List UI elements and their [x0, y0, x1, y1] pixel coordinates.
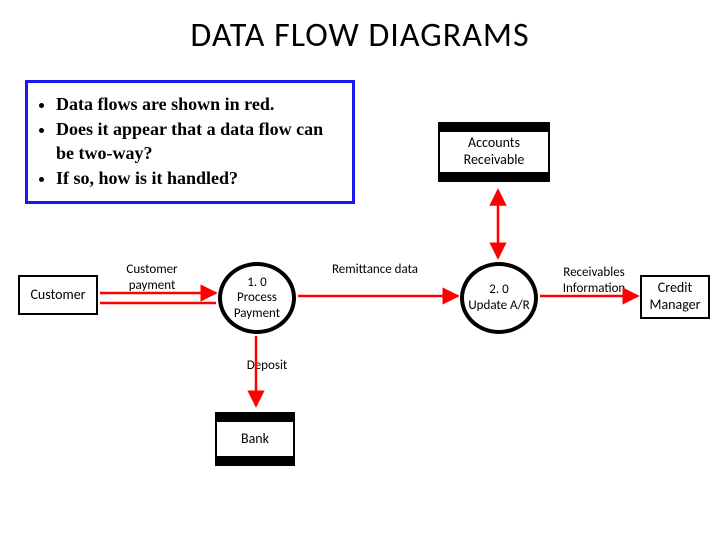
- process-name: Process Payment: [234, 290, 280, 321]
- bullet-1: Data flows are shown in red.: [56, 93, 344, 116]
- flow-receivables-info: Receivables Information: [549, 265, 639, 296]
- entity-bank: Bank: [215, 420, 295, 458]
- entity-credit-manager: Credit Manager: [640, 275, 710, 319]
- bullet-list: Data flows are shown in red. Does it app…: [34, 93, 344, 191]
- process-name: Update A/R: [468, 298, 529, 313]
- process-number: 1. 0: [247, 275, 266, 290]
- entity-label: Accounts Receivable: [442, 135, 546, 169]
- entity-customer: Customer: [18, 275, 98, 315]
- entity-label: Customer: [30, 287, 85, 304]
- flow-remittance-data: Remittance data: [330, 262, 420, 278]
- entity-accounts-receivable: Accounts Receivable: [438, 130, 550, 174]
- process-number: 2. 0: [489, 282, 508, 297]
- flow-deposit: Deposit: [237, 358, 297, 374]
- process-1: 1. 0 Process Payment: [218, 262, 296, 334]
- bullet-3: If so, how is it handled?: [56, 167, 344, 190]
- entity-label: Bank: [241, 431, 269, 448]
- process-2: 2. 0 Update A/R: [460, 262, 538, 334]
- entity-label: Credit Manager: [644, 280, 706, 314]
- slide-title: DATA FLOW DIAGRAMS: [0, 15, 720, 56]
- bullet-2: Does it appear that a data flow can be t…: [56, 118, 344, 165]
- bullet-box: Data flows are shown in red. Does it app…: [25, 80, 355, 204]
- flow-customer-payment: Customer payment: [112, 262, 192, 293]
